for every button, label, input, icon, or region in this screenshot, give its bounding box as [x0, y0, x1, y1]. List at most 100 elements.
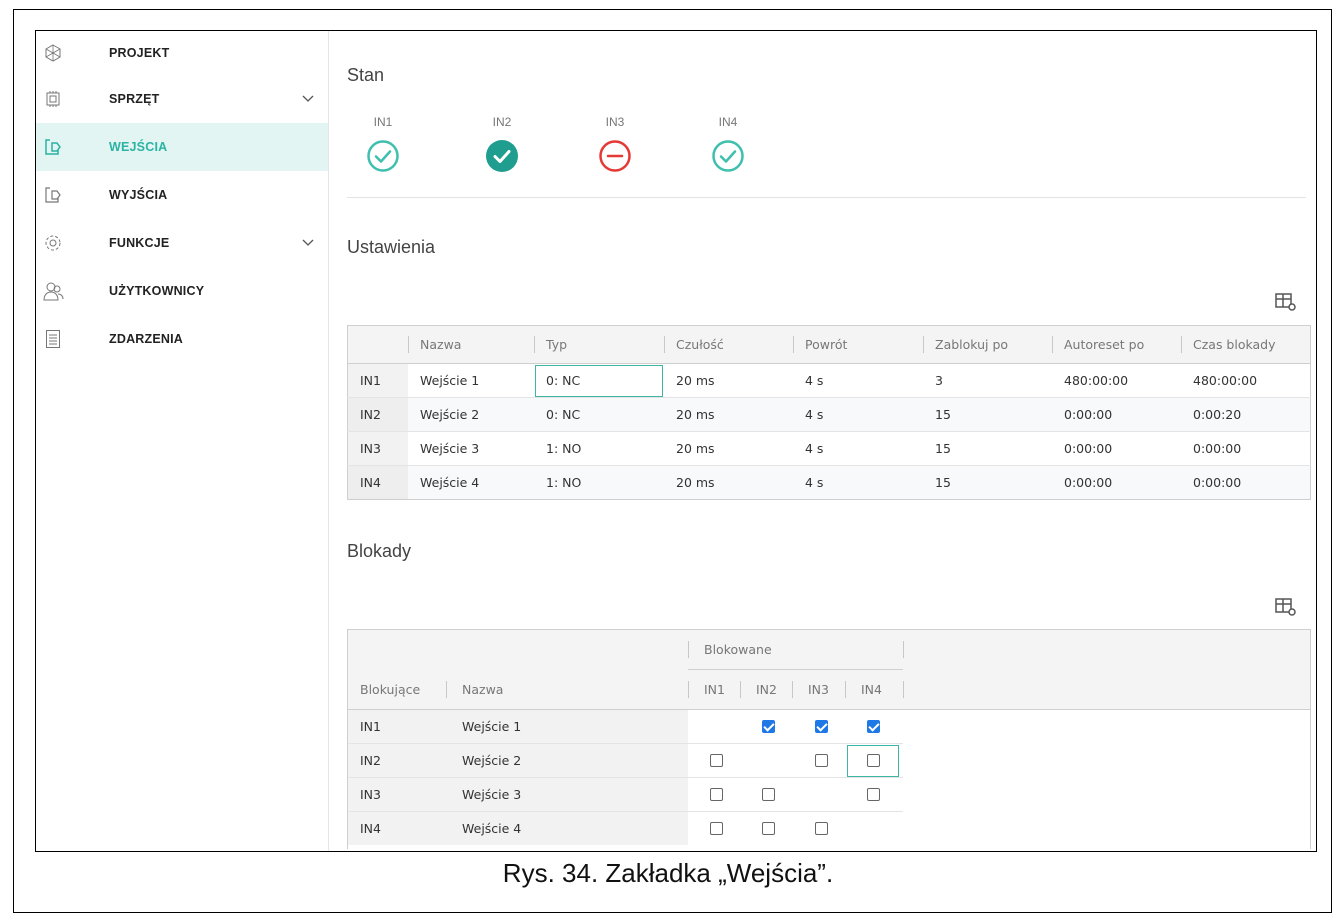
- table-cell: IN4: [347, 465, 408, 500]
- table-cell[interactable]: 4 s: [793, 465, 923, 500]
- checkbox[interactable]: [867, 720, 880, 733]
- checkbox[interactable]: [762, 788, 775, 801]
- sidebar-item-zdarzenia[interactable]: ZDARZENIA: [36, 315, 328, 363]
- table-cell[interactable]: Wejście 4: [408, 465, 534, 500]
- sidebar-item-funkcje[interactable]: FUNKCJE: [36, 219, 328, 267]
- checkbox[interactable]: [710, 822, 723, 835]
- column-header[interactable]: Czułość: [664, 325, 793, 364]
- sidebar-item-projekt[interactable]: PROJEKT: [36, 31, 328, 75]
- table-cell[interactable]: 0:00:20: [1181, 397, 1311, 432]
- state-section-title: Stan: [347, 65, 385, 85]
- checkbox[interactable]: [815, 720, 828, 733]
- table-cell[interactable]: 480:00:00: [1181, 363, 1311, 398]
- table-settings-icon[interactable]: [1275, 292, 1297, 317]
- blocks-section-title: Blokady: [347, 541, 412, 561]
- settings-table: Nazwa Typ Czułość Powrót Zablokuj po Aut…: [347, 325, 1311, 500]
- sidebar-item-wejscia[interactable]: WEJŚCIA: [36, 123, 328, 171]
- sidebar-item-label: UŻYTKOWNICY: [109, 284, 205, 298]
- table-cell[interactable]: Wejście 3: [408, 431, 534, 466]
- hardware-icon: [40, 86, 66, 112]
- checkbox[interactable]: [710, 754, 723, 767]
- check-circle-filled-icon: [486, 140, 518, 172]
- settings-section-title: Ustawienia: [347, 237, 436, 257]
- column-header[interactable]: IN3: [808, 682, 829, 697]
- column-header[interactable]: Czas blokady: [1181, 325, 1311, 364]
- table-cell[interactable]: 20 ms: [664, 397, 793, 432]
- column-header[interactable]: Powrót: [793, 325, 923, 364]
- column-header[interactable]: Blokujące: [360, 682, 420, 697]
- sidebar-item-uzytkownicy[interactable]: UŻYTKOWNICY: [36, 267, 328, 315]
- table-cell[interactable]: 15: [923, 397, 1052, 432]
- table-row: IN4 Wejście 4: [348, 812, 903, 845]
- table-cell[interactable]: 4 s: [793, 431, 923, 466]
- table-cell[interactable]: 0:00:00: [1181, 431, 1311, 466]
- sidebar-item-label: FUNKCJE: [109, 236, 170, 250]
- sidebar-item-label: SPRZĘT: [109, 92, 160, 106]
- table-cell[interactable]: 4 s: [793, 363, 923, 398]
- state-in2: IN2: [472, 115, 532, 173]
- chevron-down-icon[interactable]: [302, 234, 314, 252]
- checkbox[interactable]: [867, 788, 880, 801]
- column-header[interactable]: IN2: [756, 682, 777, 697]
- state-label: IN1: [373, 115, 393, 129]
- table-cell[interactable]: 0:00:00: [1052, 465, 1181, 500]
- column-header[interactable]: Nazwa: [408, 325, 534, 364]
- checkbox[interactable]: [762, 720, 775, 733]
- table-cell[interactable]: 15: [923, 465, 1052, 500]
- checkbox[interactable]: [867, 754, 880, 767]
- table-settings-icon[interactable]: [1275, 597, 1297, 622]
- table-cell[interactable]: 0:00:00: [1181, 465, 1311, 500]
- blocks-table: Blokowane Blokujące Nazwa IN1 IN2 IN3 IN…: [347, 629, 1311, 849]
- sidebar-item-label: WYJŚCIA: [109, 188, 168, 202]
- column-header[interactable]: Typ: [534, 325, 664, 364]
- table-cell: IN1: [360, 719, 381, 734]
- column-header[interactable]: Autoreset po: [1052, 325, 1181, 364]
- checkbox[interactable]: [710, 788, 723, 801]
- column-header[interactable]: IN4: [861, 682, 882, 697]
- output-icon: [40, 182, 66, 208]
- table-cell[interactable]: 0:00:00: [1052, 397, 1181, 432]
- figure-caption: Rys. 34. Zakładka „Wejścia”.: [502, 858, 834, 888]
- table-cell[interactable]: 3: [923, 363, 1052, 398]
- table-cell[interactable]: 0:00:00: [1052, 431, 1181, 466]
- column-header[interactable]: IN1: [704, 682, 725, 697]
- checkbox[interactable]: [815, 822, 828, 835]
- sidebar-item-label: WEJŚCIA: [109, 140, 168, 154]
- table-row: IN4 Wejście 4 1: NO 20 ms 4 s 15 0:00:00…: [347, 465, 1311, 500]
- section-divider: [347, 197, 1306, 198]
- sidebar-item-wyjscia[interactable]: WYJŚCIA: [36, 171, 328, 219]
- table-cell[interactable]: 20 ms: [664, 431, 793, 466]
- table-cell[interactable]: 1: NO: [534, 431, 664, 466]
- table-cell[interactable]: 1: NO: [534, 465, 664, 500]
- blocked-circle-icon: [599, 140, 631, 172]
- column-header[interactable]: Nazwa: [462, 682, 503, 697]
- table-cell: IN1: [347, 363, 408, 398]
- checkbox[interactable]: [815, 754, 828, 767]
- table-cell[interactable]: 4 s: [793, 397, 923, 432]
- table-cell[interactable]: Wejście 2: [408, 397, 534, 432]
- table-cell: IN3: [360, 787, 381, 802]
- events-icon: [40, 326, 66, 352]
- table-cell[interactable]: Wejście 1: [408, 363, 534, 398]
- table-cell[interactable]: 20 ms: [664, 363, 793, 398]
- app-window: PROJEKT SPRZĘT WEJŚCIA WYJŚCIA FUNKCJE U…: [35, 30, 1317, 852]
- table-cell: Wejście 4: [462, 821, 522, 836]
- table-cell: IN2: [360, 753, 381, 768]
- table-cell[interactable]: 20 ms: [664, 465, 793, 500]
- sidebar-item-sprzet[interactable]: SPRZĘT: [36, 75, 328, 123]
- state-label: IN3: [605, 115, 625, 129]
- state-in4: IN4: [698, 115, 758, 173]
- checkbox[interactable]: [762, 822, 775, 835]
- sidebar-item-label: PROJEKT: [109, 46, 170, 60]
- column-header[interactable]: Zablokuj po: [923, 325, 1052, 364]
- table-cell: IN4: [360, 821, 381, 836]
- table-row: IN2 Wejście 2 0: NC 20 ms 4 s 15 0:00:00…: [347, 397, 1311, 432]
- state-label: IN4: [718, 115, 738, 129]
- table-cell[interactable]: 15: [923, 431, 1052, 466]
- table-cell[interactable]: 480:00:00: [1052, 363, 1181, 398]
- chevron-down-icon[interactable]: [302, 90, 314, 108]
- table-cell: Wejście 2: [462, 753, 522, 768]
- table-cell[interactable]: 0: NC: [534, 363, 664, 398]
- table-cell: Wejście 1: [462, 719, 522, 734]
- table-cell[interactable]: 0: NC: [534, 397, 664, 432]
